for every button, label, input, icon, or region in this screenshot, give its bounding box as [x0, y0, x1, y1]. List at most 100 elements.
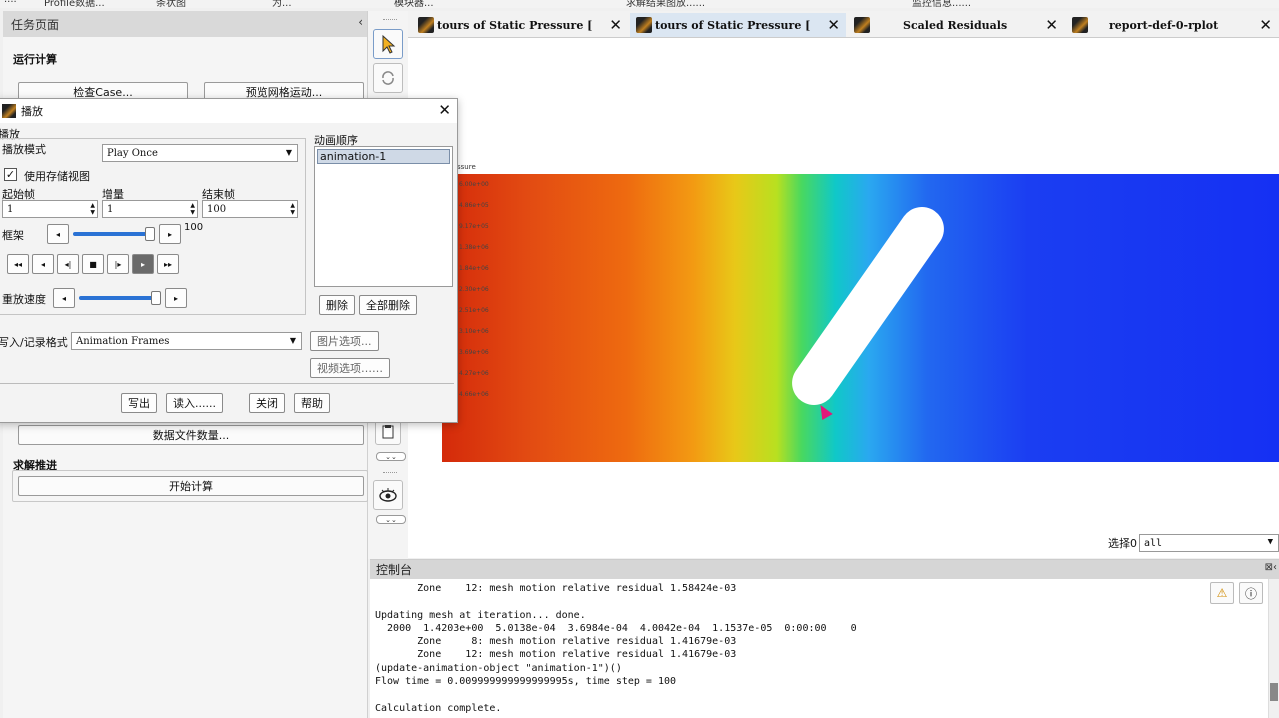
- colorbar-tick-label: 3.10e+06: [459, 328, 489, 335]
- start-calculation-button[interactable]: 开始计算: [18, 476, 364, 496]
- dialog-titlebar[interactable]: 播放 ✕: [0, 99, 457, 123]
- dialog-title: 播放: [21, 105, 43, 118]
- close-button[interactable]: 关闭: [249, 393, 285, 413]
- colorbar-tick-label: 6.00e+00: [459, 181, 489, 188]
- rotate-tool-button[interactable]: [373, 63, 403, 93]
- dialog-separator: [0, 383, 454, 384]
- console-scrollbar[interactable]: [1268, 579, 1279, 718]
- colorbar-title: ssure: [457, 163, 476, 171]
- playback-control-button[interactable]: ▸▸: [157, 254, 179, 274]
- colorbar-tick-label: 4.27e+06: [459, 370, 489, 377]
- playback-control-button[interactable]: |▸: [107, 254, 129, 274]
- close-icon[interactable]: ✕: [1045, 16, 1058, 34]
- fluent-window-icon: [854, 17, 870, 33]
- slider-thumb[interactable]: [145, 227, 155, 241]
- run-section-title: 运行计算: [13, 53, 57, 66]
- ribbon-strip: .... Profile数据... 条状图 为... 模块器... 求解结果图放…: [0, 0, 1279, 8]
- tab-label: report-def-0-rplot: [1109, 18, 1219, 32]
- delete-all-button[interactable]: 全部删除: [359, 295, 417, 315]
- pointer-tool-button[interactable]: [373, 29, 403, 59]
- console-output[interactable]: Zone 12: mesh motion relative residual 1…: [375, 582, 857, 715]
- colorbar-tick-label: 1.38e+06: [459, 244, 489, 251]
- ribbon-item[interactable]: 求解结果图放......: [626, 0, 705, 8]
- chevron-down-icon: ▼: [285, 148, 292, 157]
- ribbon-item[interactable]: 为...: [272, 0, 292, 8]
- ribbon-item[interactable]: Profile数据...: [44, 0, 105, 8]
- write-button[interactable]: 写出: [121, 393, 157, 413]
- list-item[interactable]: animation-1: [317, 149, 450, 164]
- colorbar-tick-label: 4.66e+06: [459, 391, 489, 398]
- playback-control-button[interactable]: ◂|: [57, 254, 79, 274]
- spinner-arrows-icon[interactable]: ▲ ▼: [90, 202, 95, 216]
- start-frame-spinner[interactable]: 1 ▲ ▼: [2, 200, 98, 218]
- slider-track[interactable]: [79, 296, 161, 300]
- spinner-arrows-icon[interactable]: ▲ ▼: [190, 202, 195, 216]
- write-format-select[interactable]: Animation Frames ▼: [71, 332, 302, 350]
- expand-more-icon[interactable]: ⌄⌄: [376, 452, 406, 461]
- clipboard-icon: [382, 425, 394, 439]
- delete-button[interactable]: 删除: [319, 295, 355, 315]
- tab-contours-1[interactable]: tours of Static Pressure [ ✕: [412, 13, 628, 37]
- ribbon-item[interactable]: ....: [4, 0, 17, 5]
- tab-label: tours of Static Pressure [: [655, 18, 811, 32]
- ribbon-item[interactable]: 监控信息......: [912, 0, 971, 8]
- help-button[interactable]: 帮助: [294, 393, 330, 413]
- close-icon[interactable]: ✕: [609, 16, 622, 34]
- chevron-down-icon: ▼: [289, 336, 296, 345]
- data-file-count-button[interactable]: 数据文件数量...: [18, 425, 364, 445]
- scrollbar-thumb[interactable]: [1270, 683, 1278, 701]
- playback-control-button[interactable]: ■: [82, 254, 104, 274]
- colorbar-tick-label: 2.30e+06: [459, 286, 489, 293]
- tab-contours-2[interactable]: tours of Static Pressure [ ✕: [630, 13, 846, 37]
- fluent-window-icon: [1072, 17, 1088, 33]
- close-icon[interactable]: ✕: [1259, 16, 1272, 34]
- write-format-value: Animation Frames: [76, 335, 170, 347]
- slider-track[interactable]: [73, 232, 155, 236]
- close-icon[interactable]: ✕: [438, 101, 451, 119]
- tab-scaled-residuals[interactable]: Scaled Residuals ✕: [848, 13, 1064, 37]
- fluent-window-icon: [636, 17, 652, 33]
- speed-decrease-button[interactable]: ◂: [53, 288, 75, 308]
- spinner-arrows-icon[interactable]: ▲ ▼: [290, 202, 295, 216]
- end-frame-spinner[interactable]: 100 ▲ ▼: [202, 200, 298, 218]
- increment-spinner[interactable]: 1 ▲ ▼: [102, 200, 198, 218]
- frame-increase-button[interactable]: ▸: [159, 224, 181, 244]
- image-options-button[interactable]: 图片选项...: [310, 331, 379, 351]
- console-window-controls-icon[interactable]: ⊠‹: [1265, 562, 1277, 573]
- expand-more-icon[interactable]: ⌄⌄: [376, 515, 406, 524]
- selection-value: all: [1144, 537, 1163, 549]
- visibility-tool-button[interactable]: [373, 480, 403, 510]
- playback-mode-select[interactable]: Play Once ▼: [102, 144, 298, 162]
- info-icon[interactable]: ⓘ: [1239, 582, 1263, 604]
- playback-mode-label: 播放模式: [2, 143, 46, 156]
- console-panel: 控制台 ⊠‹ Zone 12: mesh motion relative res…: [370, 559, 1279, 718]
- playback-control-button[interactable]: ◂◂: [7, 254, 29, 274]
- fluent-window-icon: [418, 17, 434, 33]
- animation-sequence-list[interactable]: animation-1: [314, 146, 453, 287]
- playback-mode-value: Play Once: [107, 147, 158, 159]
- console-header: 控制台 ⊠‹: [370, 560, 1279, 579]
- ribbon-item[interactable]: 模块器...: [394, 0, 434, 8]
- slider-thumb[interactable]: [151, 291, 161, 305]
- selection-dropdown[interactable]: all ▼: [1139, 534, 1279, 552]
- use-stored-view-checkbox[interactable]: ✓: [4, 168, 17, 181]
- collapse-icon[interactable]: ‹: [358, 15, 363, 29]
- playback-dialog: 播放 ✕ 播放 播放模式 Play Once ▼ ✓ 使用存储视图 起始帧 增量…: [0, 98, 458, 423]
- close-icon[interactable]: ✕: [827, 16, 840, 34]
- video-options-button[interactable]: 视频选项……: [310, 358, 390, 378]
- eye-icon: [379, 488, 397, 502]
- frame-slider[interactable]: [73, 226, 155, 242]
- ribbon-item[interactable]: 条状图: [156, 0, 186, 8]
- console-title: 控制台: [376, 563, 413, 577]
- read-button[interactable]: 读入......: [166, 393, 223, 413]
- frame-decrease-button[interactable]: ◂: [47, 224, 69, 244]
- speed-increase-button[interactable]: ▸: [165, 288, 187, 308]
- warning-icon[interactable]: ⚠: [1210, 582, 1234, 604]
- speed-slider[interactable]: [79, 290, 161, 306]
- tab-label: tours of Static Pressure [: [437, 18, 593, 32]
- tab-report-plot[interactable]: report-def-0-rplot ✕: [1066, 13, 1276, 37]
- write-format-label: 写入/记录格式: [0, 336, 68, 349]
- playback-speed-label: 重放速度: [2, 293, 46, 306]
- playback-control-button[interactable]: ▸: [132, 254, 154, 274]
- playback-control-button[interactable]: ◂: [32, 254, 54, 274]
